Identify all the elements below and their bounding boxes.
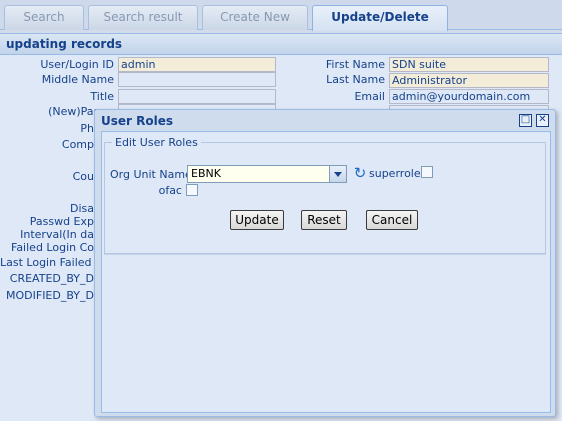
- last-name-field[interactable]: Administrator: [389, 73, 549, 88]
- label-failed-login-count: Failed Login Co: [11, 241, 94, 254]
- close-icon[interactable]: ✕: [536, 114, 549, 127]
- label-country: Cou: [72, 170, 94, 183]
- tab-create-new-users[interactable]: Create New Users: [202, 5, 308, 46]
- org-unit-select[interactable]: EBNK: [187, 165, 347, 183]
- maximize-icon[interactable]: □: [519, 114, 532, 127]
- label-middle-name: Middle Name: [41, 73, 114, 86]
- ofac-label: ofac: [158, 184, 182, 197]
- update-button[interactable]: Update: [230, 210, 284, 230]
- superrole-label: superrole: [369, 167, 421, 180]
- user-roles-dialog: User Roles □ ✕ Edit User Roles Org Unit …: [94, 109, 556, 417]
- refresh-icon[interactable]: ↻: [352, 165, 368, 181]
- tab-bar: Search Users Search result Users Create …: [0, 0, 562, 46]
- chevron-down-icon[interactable]: [329, 166, 346, 182]
- middle-name-field[interactable]: [118, 72, 276, 87]
- dialog-body: Edit User Roles Org Unit Name EBNK ↻ sup…: [101, 131, 551, 413]
- label-first-name: First Name: [325, 58, 385, 71]
- panel-title: updating records: [0, 33, 562, 55]
- fieldset-legend: Edit User Roles: [112, 136, 201, 149]
- label-last-name: Last Name: [326, 73, 385, 86]
- label-last-login-failed-date: Last Login Failed D: [0, 256, 104, 269]
- reset-button[interactable]: Reset: [301, 210, 347, 230]
- title-field[interactable]: [118, 89, 276, 104]
- ofac-checkbox[interactable]: [186, 184, 198, 196]
- label-title: Title: [90, 90, 114, 103]
- dialog-title: User Roles: [101, 114, 173, 128]
- org-unit-label: Org Unit Name: [110, 168, 192, 181]
- cancel-button[interactable]: Cancel: [366, 210, 418, 230]
- tab-search-users[interactable]: Search Users: [4, 5, 84, 46]
- label-user-login-id: User/Login ID: [40, 58, 114, 71]
- superrole-checkbox[interactable]: [421, 166, 433, 178]
- label-modified-by: MODIFIED_BY_D: [6, 289, 94, 302]
- user-login-id-field[interactable]: admin: [118, 57, 276, 72]
- first-name-field[interactable]: SDN suite: [389, 57, 549, 72]
- org-unit-value: EBNK: [191, 167, 221, 180]
- label-created-by: CREATED_BY_D: [9, 272, 94, 285]
- edit-user-roles-fieldset: Edit User Roles Org Unit Name EBNK ↻ sup…: [104, 136, 546, 254]
- label-email: Email: [354, 90, 385, 103]
- tab-update-delete-users[interactable]: Update/Delete Users: [312, 5, 448, 46]
- divider: [104, 254, 546, 255]
- label-phone: Ph: [80, 122, 94, 135]
- email-field[interactable]: admin@yourdomain.com: [389, 89, 549, 104]
- label-company: Comp: [61, 138, 94, 151]
- tab-search-result-users[interactable]: Search result Users: [88, 5, 198, 46]
